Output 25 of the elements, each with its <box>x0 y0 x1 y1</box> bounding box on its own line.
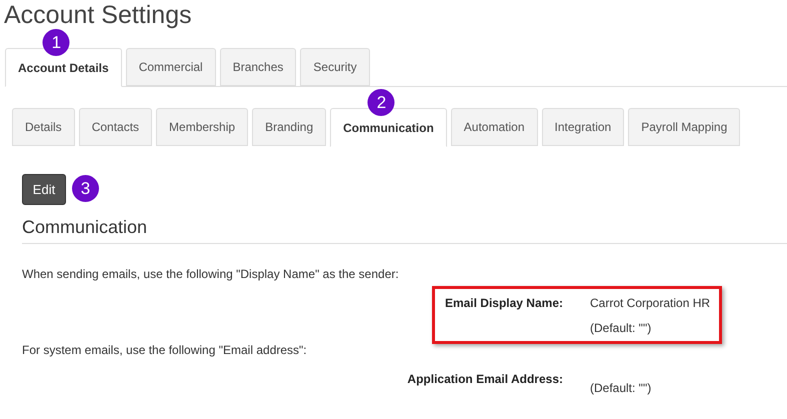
tab[interactable]: Branding <box>252 108 326 146</box>
field-label: Email Display Name: <box>444 295 563 312</box>
instruction-text: When sending emails, use the following "Display Name" as the sender: <box>22 266 400 282</box>
tab[interactable]: Security <box>300 48 370 86</box>
tab[interactable]: Commercial <box>126 48 216 86</box>
tab[interactable]: Account Details <box>5 48 122 87</box>
tab[interactable]: Integration <box>542 108 624 146</box>
instruction-text: For system emails, use the following "Email address": <box>22 342 308 358</box>
tab[interactable]: Details <box>12 108 75 146</box>
field-label: Application Email Address: <box>406 371 563 388</box>
edit-button[interactable]: Edit <box>22 174 66 205</box>
step-badge: 3 <box>72 175 99 202</box>
tab[interactable]: Payroll Mapping <box>628 108 740 146</box>
section-heading: Communication <box>22 215 787 244</box>
default-hint: (Default: "") <box>590 380 652 396</box>
tab[interactable]: Membership <box>156 108 248 146</box>
tab[interactable]: Communication <box>330 108 447 147</box>
field-value: Carrot Corporation HR <box>590 295 712 311</box>
step-badge: 1 <box>42 29 70 56</box>
step-badge: 2 <box>368 89 395 116</box>
default-hint: (Default: "") <box>590 320 652 336</box>
page-title: Account Settings <box>4 0 193 31</box>
tab[interactable]: Automation <box>450 108 538 146</box>
tab[interactable]: Branches <box>220 48 296 86</box>
tab[interactable]: Contacts <box>78 108 152 146</box>
